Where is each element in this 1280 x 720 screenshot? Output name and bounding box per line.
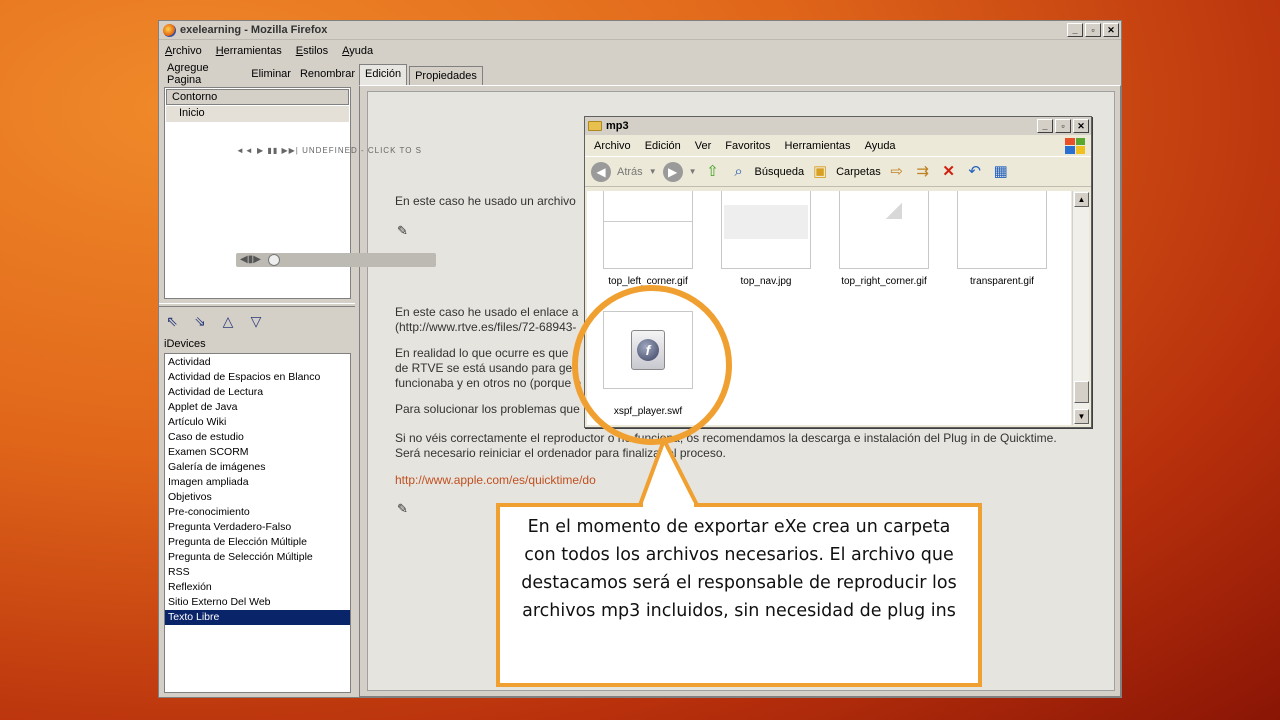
- slide: exelearning - Mozilla Firefox _ ▫ ✕ Arch…: [0, 0, 1280, 720]
- callout-pointer-join: [643, 502, 694, 508]
